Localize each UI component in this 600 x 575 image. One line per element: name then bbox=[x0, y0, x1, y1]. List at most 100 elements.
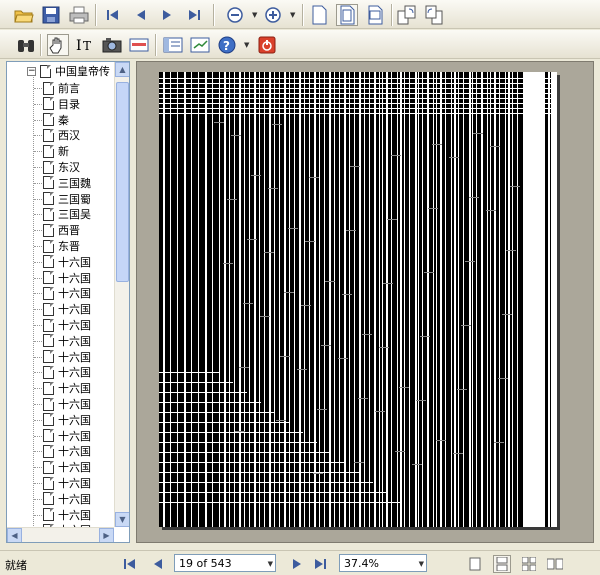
tree-item[interactable]: 三国蜀 bbox=[43, 191, 91, 207]
bookmarks-panel-icon[interactable] bbox=[162, 34, 184, 56]
scan-stripe bbox=[451, 72, 452, 527]
first-page-icon[interactable] bbox=[102, 4, 124, 26]
scroll-left-button[interactable]: ◀ bbox=[7, 528, 22, 542]
print-icon[interactable] bbox=[68, 4, 90, 26]
next-page-icon[interactable] bbox=[156, 4, 178, 26]
scan-stripe bbox=[344, 72, 346, 527]
zoom-in-dropdown[interactable]: ▼ bbox=[290, 12, 297, 19]
collapse-icon[interactable]: − bbox=[27, 66, 36, 76]
help-dropdown[interactable]: ▼ bbox=[244, 42, 251, 49]
tree-item[interactable]: 西汉 bbox=[43, 127, 80, 143]
scan-stripe bbox=[319, 72, 320, 527]
tree-horizontal-scrollbar[interactable]: ◀ ▶ bbox=[7, 527, 114, 542]
scroll-down-button[interactable]: ▼ bbox=[115, 512, 129, 527]
tree-item-label: 西晋 bbox=[58, 224, 80, 238]
scroll-up-button[interactable]: ▲ bbox=[115, 62, 129, 77]
tree-item[interactable]: 东晋 bbox=[43, 238, 80, 254]
help-icon[interactable]: ? bbox=[216, 34, 238, 56]
fit-width-icon[interactable] bbox=[364, 4, 386, 26]
binoculars-icon[interactable] bbox=[15, 34, 37, 56]
tree-item-label: 十六国 bbox=[58, 445, 91, 459]
tree-item[interactable]: 三国魏 bbox=[43, 175, 91, 191]
scan-stripe bbox=[279, 72, 280, 527]
fit-page-icon[interactable] bbox=[336, 4, 358, 26]
tree-item[interactable]: 十六国 bbox=[43, 364, 91, 380]
scan-speckle bbox=[214, 122, 224, 123]
tree-item[interactable]: 东汉 bbox=[43, 159, 80, 175]
tree-item[interactable]: 秦 bbox=[43, 112, 69, 128]
single-page-view-icon[interactable] bbox=[466, 555, 484, 573]
select-text-icon[interactable]: IT bbox=[74, 34, 96, 56]
scroll-thumb[interactable] bbox=[116, 82, 129, 282]
chevron-down-icon[interactable]: ▼ bbox=[419, 560, 424, 568]
rotate-counterclockwise-icon[interactable] bbox=[423, 4, 445, 26]
page-icon bbox=[43, 476, 54, 490]
rotate-clockwise-icon[interactable] bbox=[396, 4, 418, 26]
scan-stripe bbox=[191, 72, 192, 527]
scroll-right-button[interactable]: ▶ bbox=[99, 528, 114, 542]
page-icon bbox=[43, 286, 54, 300]
zoom-out-dropdown[interactable]: ▼ bbox=[252, 12, 259, 19]
zoom-in-icon[interactable] bbox=[262, 4, 284, 26]
tree-item[interactable]: 西晋 bbox=[43, 222, 80, 238]
tree-item[interactable]: 十六国 bbox=[43, 301, 91, 317]
previous-page-icon[interactable] bbox=[150, 556, 166, 572]
tree-item-label: 西汉 bbox=[58, 129, 80, 143]
tree-item[interactable]: 十六国 bbox=[43, 254, 91, 270]
next-page-icon[interactable] bbox=[289, 556, 305, 572]
scan-line bbox=[159, 392, 247, 393]
zoom-level-field[interactable]: 37.4% ▼ bbox=[339, 554, 427, 572]
tree-item[interactable]: 十六国 bbox=[43, 412, 91, 428]
tree-item[interactable]: 十六国 bbox=[43, 285, 91, 301]
hand-tool-icon[interactable] bbox=[47, 34, 69, 56]
tree-item[interactable]: 十六国 bbox=[43, 491, 91, 507]
snapshot-icon[interactable] bbox=[101, 34, 123, 56]
tree-item[interactable]: 十六国 bbox=[43, 349, 91, 365]
tree-item[interactable]: 十六国 bbox=[43, 475, 91, 491]
scan-speckle bbox=[325, 281, 335, 282]
separator bbox=[95, 4, 97, 26]
previous-page-icon[interactable] bbox=[130, 4, 152, 26]
tree-item[interactable]: 目录 bbox=[43, 96, 80, 112]
tree-item[interactable]: 前言 bbox=[43, 80, 80, 96]
page-icon bbox=[43, 160, 54, 174]
scan-line bbox=[159, 462, 345, 463]
continuous-facing-view-icon[interactable] bbox=[546, 555, 564, 573]
tree-item[interactable]: 十六国 bbox=[43, 507, 91, 523]
continuous-view-icon[interactable] bbox=[493, 555, 511, 573]
tree-item[interactable]: 十六国 bbox=[43, 443, 91, 459]
tree-connector bbox=[34, 214, 42, 216]
last-page-icon[interactable] bbox=[183, 4, 205, 26]
save-icon[interactable] bbox=[40, 4, 62, 26]
tree-vertical-scrollbar[interactable]: ▲ ▼ bbox=[114, 62, 129, 527]
tree-item[interactable]: 十六国 bbox=[43, 459, 91, 475]
tree-item[interactable]: 十六国 bbox=[43, 270, 91, 286]
highlight-icon[interactable] bbox=[128, 34, 150, 56]
chevron-down-icon[interactable]: ▼ bbox=[268, 560, 273, 568]
page-number-field[interactable]: 19 of 543 ▼ bbox=[174, 554, 276, 572]
fullscreen-icon[interactable] bbox=[189, 34, 211, 56]
scan-stripe bbox=[299, 72, 301, 527]
tree-item[interactable]: 十六国 bbox=[43, 396, 91, 412]
facing-view-icon[interactable] bbox=[520, 555, 538, 573]
last-page-icon[interactable] bbox=[312, 556, 328, 572]
tree-item[interactable]: 三国吴 bbox=[43, 206, 91, 222]
tree-item[interactable]: 十六国 bbox=[43, 333, 91, 349]
svg-text:T: T bbox=[83, 39, 91, 53]
zoom-out-icon[interactable] bbox=[224, 4, 246, 26]
first-page-icon[interactable] bbox=[122, 556, 138, 572]
document-viewer[interactable] bbox=[136, 61, 594, 543]
tree-item[interactable]: 十六国 bbox=[43, 428, 91, 444]
tree-item[interactable]: 新 bbox=[43, 143, 69, 159]
tree-item[interactable]: 十六国 bbox=[43, 317, 91, 333]
exit-icon[interactable] bbox=[256, 34, 278, 56]
scan-speckle bbox=[362, 334, 372, 335]
scan-stripe bbox=[436, 72, 437, 527]
single-page-icon[interactable] bbox=[308, 4, 330, 26]
scan-line bbox=[159, 492, 387, 493]
open-icon[interactable] bbox=[13, 4, 35, 26]
scan-stripe bbox=[379, 72, 380, 527]
tree-item[interactable]: 十六国 bbox=[43, 380, 91, 396]
tree-root[interactable]: − 中国皇帝传 bbox=[27, 63, 110, 79]
scan-speckle bbox=[375, 411, 385, 412]
